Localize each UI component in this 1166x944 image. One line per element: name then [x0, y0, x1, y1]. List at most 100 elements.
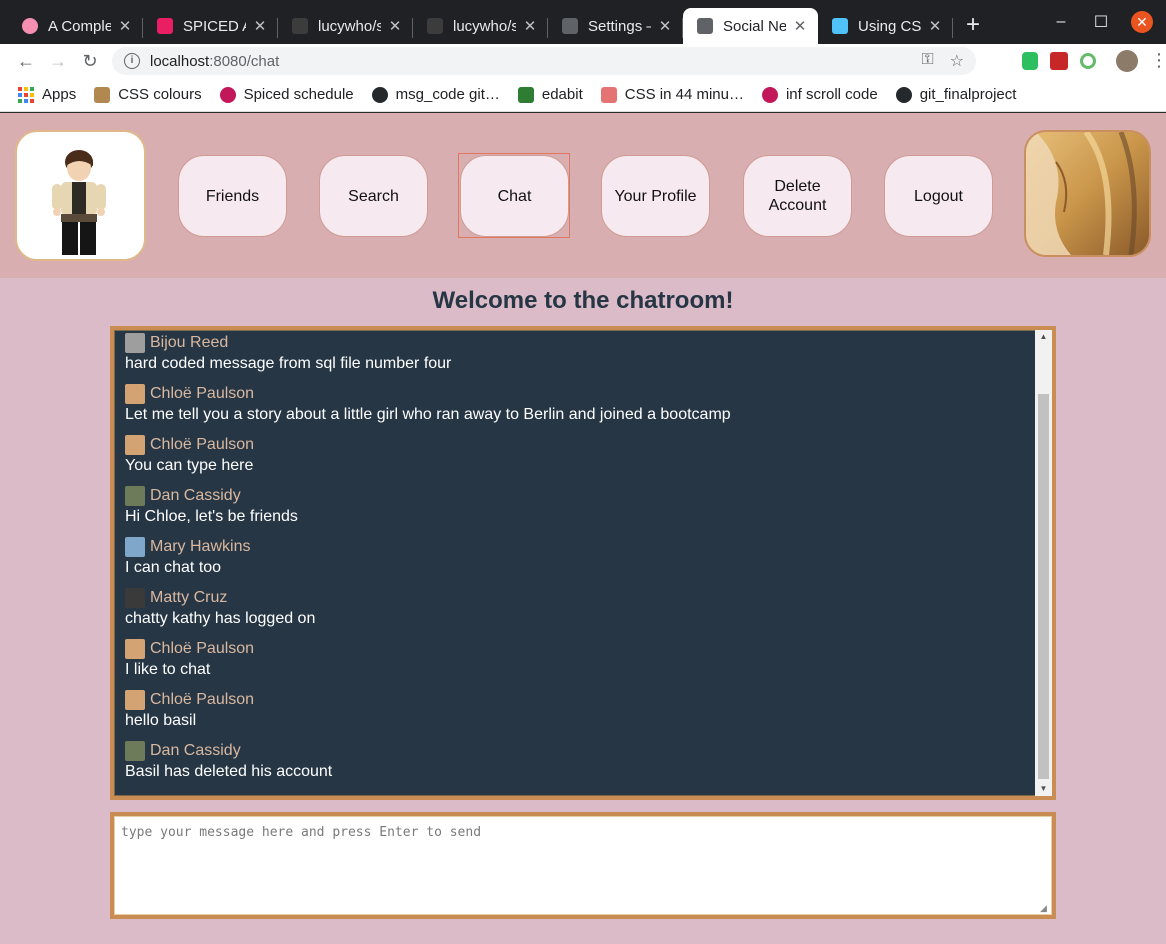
author-avatar[interactable] [125, 588, 145, 608]
star-icon[interactable]: ☆ [950, 51, 964, 71]
message-text: I can chat too [125, 559, 222, 576]
active-nav-indicator [458, 153, 570, 238]
author-name[interactable]: Chloë Paulson [150, 691, 254, 709]
message-header: Bijou Reed [125, 332, 1030, 354]
bookmark-item[interactable]: msg_code git… [371, 86, 500, 103]
author-avatar[interactable] [125, 384, 145, 404]
scrollbar-thumb[interactable] [1038, 394, 1049, 779]
tab-favicon-icon [832, 18, 848, 34]
browser-tab[interactable]: Using CSS ✕ [818, 8, 953, 44]
tab-favicon-icon [562, 18, 578, 34]
bookmark-item[interactable]: Spiced schedule [219, 86, 354, 103]
author-avatar[interactable] [125, 741, 145, 761]
window-controls: – ☐ ✕ [1041, 0, 1166, 44]
evernote-extension-icon[interactable] [1022, 52, 1038, 70]
apps-grid-icon [18, 86, 34, 103]
site-logo[interactable] [15, 130, 146, 261]
chat-scrollbar[interactable]: ▲ ▼ [1035, 330, 1052, 796]
menu-dots-icon[interactable]: ⋮ [1150, 51, 1166, 70]
browser-tab[interactable]: A Complet ✕ [8, 8, 143, 44]
bookmark-item[interactable]: Apps [18, 86, 76, 103]
chat-messages-panel[interactable]: Bijou Reed hard coded message from sql fi… [110, 326, 1056, 800]
nav-button-your-profile[interactable]: Your Profile [601, 155, 710, 237]
message-header: Chloë Paulson [125, 434, 1030, 456]
author-name[interactable]: Bijou Reed [150, 334, 228, 352]
tab-close-icon[interactable]: ✕ [792, 17, 808, 35]
browser-tab[interactable]: lucywho/s ✕ [413, 8, 548, 44]
chat-message: Chloë Paulson You can type here [125, 434, 1030, 485]
tab-title: SPICED Ac [183, 17, 246, 35]
author-name[interactable]: Dan Cassidy [150, 742, 241, 760]
author-avatar[interactable] [125, 537, 145, 557]
profile-picture[interactable] [1024, 130, 1151, 257]
author-name[interactable]: Mary Hawkins [150, 538, 250, 556]
author-name[interactable]: Chloë Paulson [150, 436, 254, 454]
author-name[interactable]: Chloë Paulson [150, 385, 254, 403]
tab-close-icon[interactable]: ✕ [657, 17, 673, 35]
tab-title: Using CSS [858, 17, 921, 35]
bookmark-label: inf scroll code [785, 86, 878, 103]
back-arrow-icon[interactable]: ← [10, 51, 42, 72]
tab-close-icon[interactable]: ✕ [927, 17, 943, 35]
bookmark-item[interactable]: git_finalproject [895, 86, 1016, 103]
message-input[interactable] [114, 816, 1052, 915]
lego-figure-icon [52, 150, 106, 255]
red-extension-icon[interactable] [1050, 52, 1068, 70]
message-composer: ◢ [110, 812, 1056, 919]
tab-close-icon[interactable]: ✕ [117, 17, 133, 35]
scroll-down-icon[interactable]: ▼ [1035, 782, 1052, 796]
nav-button-delete-account[interactable]: Delete Account [743, 155, 852, 237]
tab-close-icon[interactable]: ✕ [522, 17, 538, 35]
bookmark-label: edabit [541, 86, 583, 103]
chat-message: Chloë Paulson Let me tell you a story abo… [125, 383, 1030, 434]
forward-arrow-icon[interactable]: → [42, 51, 74, 72]
resize-grip-icon[interactable]: ◢ [1040, 903, 1050, 913]
author-name[interactable]: Matty Cruz [150, 589, 227, 607]
new-tab-button[interactable]: + [953, 8, 993, 44]
tab-close-icon[interactable]: ✕ [387, 17, 403, 35]
address-bar[interactable]: i localhost:8080/chat ⚿ ☆ [112, 47, 976, 75]
message-text: hard coded message from sql file number … [125, 355, 452, 372]
nav-button-logout[interactable]: Logout [884, 155, 993, 237]
browser-tab[interactable]: Social Net ✕ [683, 8, 818, 44]
account-avatar-icon[interactable] [1116, 50, 1138, 72]
info-icon[interactable]: i [124, 53, 140, 69]
maximize-icon[interactable]: ☐ [1081, 12, 1121, 32]
key-icon[interactable]: ⚿ [921, 51, 933, 71]
bookmark-item[interactable]: inf scroll code [761, 86, 878, 103]
author-avatar[interactable] [125, 690, 145, 710]
author-avatar[interactable] [125, 333, 145, 353]
author-avatar[interactable] [125, 639, 145, 659]
message-header: Dan Cassidy [125, 485, 1030, 507]
browser-tab[interactable]: lucywho/s ✕ [278, 8, 413, 44]
minimize-icon[interactable]: – [1041, 13, 1081, 31]
tab-favicon-icon [157, 18, 173, 34]
author-avatar[interactable] [125, 486, 145, 506]
scroll-up-icon[interactable]: ▲ [1035, 330, 1052, 344]
close-window-icon[interactable]: ✕ [1131, 11, 1153, 33]
nav-button-search[interactable]: Search [319, 155, 428, 237]
tab-favicon-icon [427, 18, 443, 34]
address-host: localhost [150, 52, 210, 70]
tab-title: Social Net [723, 17, 786, 35]
bookmark-item[interactable]: edabit [517, 86, 583, 103]
nav-button-friends[interactable]: Friends [178, 155, 287, 237]
bookmark-label: msg_code git… [395, 86, 500, 103]
author-name[interactable]: Chloë Paulson [150, 640, 254, 658]
browser-tab[interactable]: SPICED Ac ✕ [143, 8, 278, 44]
tab-close-icon[interactable]: ✕ [252, 17, 268, 35]
author-avatar[interactable] [125, 435, 145, 455]
chat-message: Chloë Paulson I like to chat [125, 638, 1030, 689]
browser-tab-strip: A Complet ✕ SPICED Ac ✕ lucywho/s ✕ lucywho/s ✕… [0, 0, 1166, 44]
browser-tab[interactable]: Settings – ✕ [548, 8, 683, 44]
reload-icon[interactable]: ↻ [74, 51, 106, 72]
chat-message: Chloë Paulson hello basil [125, 689, 1030, 740]
bookmark-item[interactable]: CSS in 44 minu… [600, 86, 744, 103]
bookmark-item[interactable]: CSS colours [94, 86, 202, 103]
message-header: Mary Hawkins [125, 536, 1030, 558]
tab-title: lucywho/s [453, 17, 516, 35]
bookmark-label: CSS in 44 minu… [624, 86, 744, 103]
author-name[interactable]: Dan Cassidy [150, 487, 241, 505]
green-ring-extension-icon[interactable] [1080, 53, 1096, 69]
message-text: You can type here [125, 457, 254, 474]
